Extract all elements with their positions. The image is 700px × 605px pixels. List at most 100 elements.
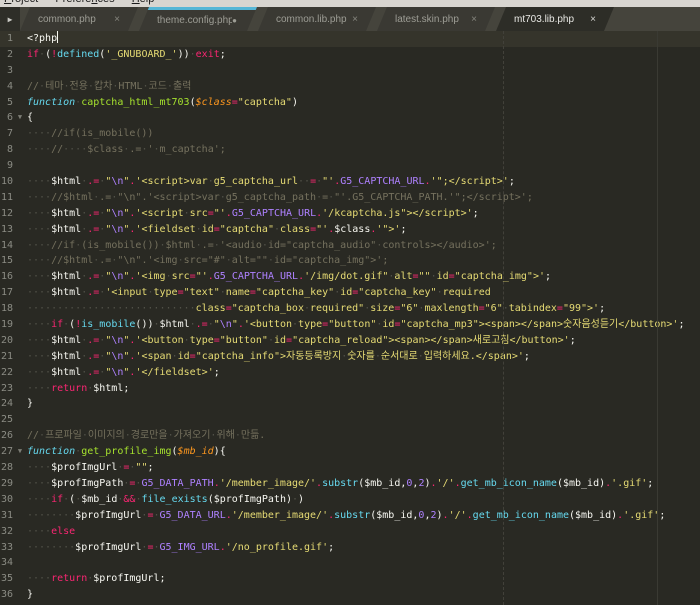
text-cursor [57, 31, 58, 43]
whitespace-dots: · [93, 192, 99, 203]
line-number: 18 [0, 301, 13, 317]
code-text: <?php [27, 31, 58, 47]
code-line[interactable]: 27▼function·get_profile_img($mb_id){ [0, 444, 700, 460]
line-number: 29 [0, 476, 13, 492]
tab-common-php[interactable]: common.php × [20, 7, 138, 31]
code-line[interactable]: 16····$html·.=·"\n".'<img·src="'.G5_CAPT… [0, 269, 700, 285]
whitespace-dots: · [178, 255, 184, 266]
code-line[interactable]: 12····$html·.=·"\n".'<script·src="'.G5_C… [0, 206, 700, 222]
code-text: function·captcha_html_mt703($class="capt… [27, 95, 298, 111]
modified-dot-icon[interactable]: ● [232, 16, 247, 25]
line-number: 16 [0, 269, 13, 285]
line-number: 27 [0, 444, 13, 460]
tab-common-lib-php[interactable]: common.lib.php × [258, 7, 376, 31]
tab-bar: ▶ common.php × theme.config.php ● common… [0, 7, 700, 31]
whitespace-dots: ···· [63, 144, 87, 155]
whitespace-dots: · [111, 192, 117, 203]
whitespace-dots: · [167, 81, 173, 92]
whitespace-dots: · [418, 351, 424, 362]
code-line[interactable]: 1<?php [0, 31, 700, 47]
whitespace-dots: · [316, 176, 322, 187]
code-line[interactable]: 26//·프로파일·이미지의·경로만을·가져오기·위해·만듦. [0, 428, 700, 444]
code-line[interactable]: 19····if·(!is_mobile())·$html·.=·"\n".'<… [0, 317, 700, 333]
whitespace-dots: · [63, 494, 69, 505]
line-number: 6 [0, 110, 13, 126]
code-text: //·프로파일·이미지의·경로만을·가져오기·위해·만듦. [27, 428, 265, 444]
whitespace-dots: · [172, 351, 178, 362]
close-icon[interactable]: × [590, 14, 604, 25]
line-number: 31 [0, 508, 13, 524]
line-number: 14 [0, 238, 13, 254]
code-editor[interactable]: 1<?php2if·(!defined('_GNUBOARD_'))·exit;… [0, 31, 700, 605]
whitespace-dots: · [364, 303, 370, 314]
code-text: ····$profImgUrl·=·""; [27, 460, 154, 476]
whitespace-dots: · [87, 573, 93, 584]
code-line[interactable]: 35····return·$profImgUrl; [0, 571, 700, 587]
code-line[interactable]: 10····$html·.=·"\n".'<script>var·g5_capt… [0, 174, 700, 190]
code-line[interactable]: 17 ····$html·.=·'<input·type="text"·name=… [0, 285, 700, 301]
code-text: } [27, 587, 33, 603]
code-line[interactable]: 29 ····$profImgPath·=·G5_DATA_PATH.'/memb… [0, 476, 700, 492]
code-line[interactable]: 14····//if·(is_mobile())·$html·.=·'<audi… [0, 238, 700, 254]
code-lines-container: 1<?php2if·(!defined('_GNUBOARD_'))·exit;… [0, 31, 700, 603]
code-text: ····························class="captc… [27, 301, 605, 317]
code-line[interactable]: 23····return·$html; [0, 381, 700, 397]
line-number: 20 [0, 333, 13, 349]
whitespace-dots: · [262, 240, 268, 251]
menu-item-project[interactable]: Project [4, 0, 38, 5]
line-number: 7 [0, 126, 13, 142]
line-number: 17 [0, 285, 13, 301]
close-icon[interactable]: × [352, 14, 366, 25]
fold-arrow-icon[interactable]: ▼ [13, 444, 27, 460]
menu-item-preferences[interactable]: Preferences [55, 0, 114, 5]
code-line[interactable]: 36} [0, 587, 700, 603]
whitespace-dots: ···· [27, 255, 51, 266]
code-line[interactable]: 22····$html·.=·"\n".'</fieldset>'; [0, 365, 700, 381]
code-line[interactable]: 32····else [0, 524, 700, 540]
code-line[interactable]: 5function·captcha_html_mt703($class="cap… [0, 95, 700, 111]
whitespace-dots: · [184, 335, 190, 346]
code-line[interactable]: 24} [0, 396, 700, 412]
menu-item-help[interactable]: Help [132, 0, 155, 5]
tabs-overflow-button[interactable]: ▶ [0, 7, 20, 31]
whitespace-dots: · [418, 303, 424, 314]
whitespace-dots: · [39, 49, 45, 60]
whitespace-dots: · [304, 303, 310, 314]
code-text: ····$html·.=·'<input·type="text"·name="c… [27, 285, 491, 301]
code-line[interactable]: 8····//····$class·.=·'·m_captcha'; [0, 142, 700, 158]
whitespace-dots: ···· [27, 319, 51, 330]
close-icon[interactable]: × [471, 14, 485, 25]
code-text: ····$html·.=·"\n".'<span·id="captcha_inf… [27, 349, 530, 365]
code-line[interactable]: 4//·테마·전용·캅차·HTML·코드·출력 [0, 79, 700, 95]
code-line[interactable]: 20····$html·.=·"\n".'<button·type="butto… [0, 333, 700, 349]
tab-theme-config-php[interactable]: theme.config.php ● [139, 7, 257, 31]
code-line[interactable]: 3 [0, 63, 700, 79]
line-number: 32 [0, 524, 13, 540]
fold-arrow-icon[interactable]: ▼ [13, 110, 27, 126]
code-line[interactable]: 25 [0, 412, 700, 428]
tab-latest-skin-php[interactable]: latest.skin.php × [377, 7, 495, 31]
code-line[interactable]: 15····//$html·.=·"\n".'<img·src="#"·alt=… [0, 253, 700, 269]
code-text: ····$profImgPath·=·G5_DATA_PATH.'/member… [27, 476, 653, 492]
whitespace-dots: · [214, 240, 220, 251]
code-line[interactable]: 11····//$html·.=·"\n".'<script>var·g5_ca… [0, 190, 700, 206]
whitespace-dots: · [375, 351, 381, 362]
code-line[interactable]: 31········$profImgUrl·=·G5_DATA_URL.'/me… [0, 508, 700, 524]
whitespace-dots: · [341, 351, 347, 362]
tab-mt703-lib-php[interactable]: mt703.lib.php × [496, 7, 614, 31]
code-line[interactable]: 6▼{ [0, 110, 700, 126]
close-icon[interactable]: × [114, 14, 128, 25]
whitespace-dots: · [75, 494, 81, 505]
code-line[interactable]: 30····if·(·$mb_id·&&·file_exists($profIm… [0, 492, 700, 508]
code-line[interactable]: 18····························class="cap… [0, 301, 700, 317]
code-line[interactable]: 13····$html·.=·"\n".'<fieldset·id="captc… [0, 222, 700, 238]
whitespace-dots: · [154, 144, 160, 155]
code-line[interactable]: 34 [0, 555, 700, 571]
code-line[interactable]: 7····//if(is_mobile()) [0, 126, 700, 142]
whitespace-dots: ···· [27, 128, 51, 139]
code-line[interactable]: 21····$html·.=·"\n".'<span·id="captcha_i… [0, 349, 700, 365]
code-line[interactable]: 2if·(!defined('_GNUBOARD_'))·exit; [0, 47, 700, 63]
code-line[interactable]: 9 [0, 158, 700, 174]
code-line[interactable]: 28····$profImgUrl·=·""; [0, 460, 700, 476]
code-line[interactable]: 33········$profImgUrl·=·G5_IMG_URL.'/no_… [0, 540, 700, 556]
